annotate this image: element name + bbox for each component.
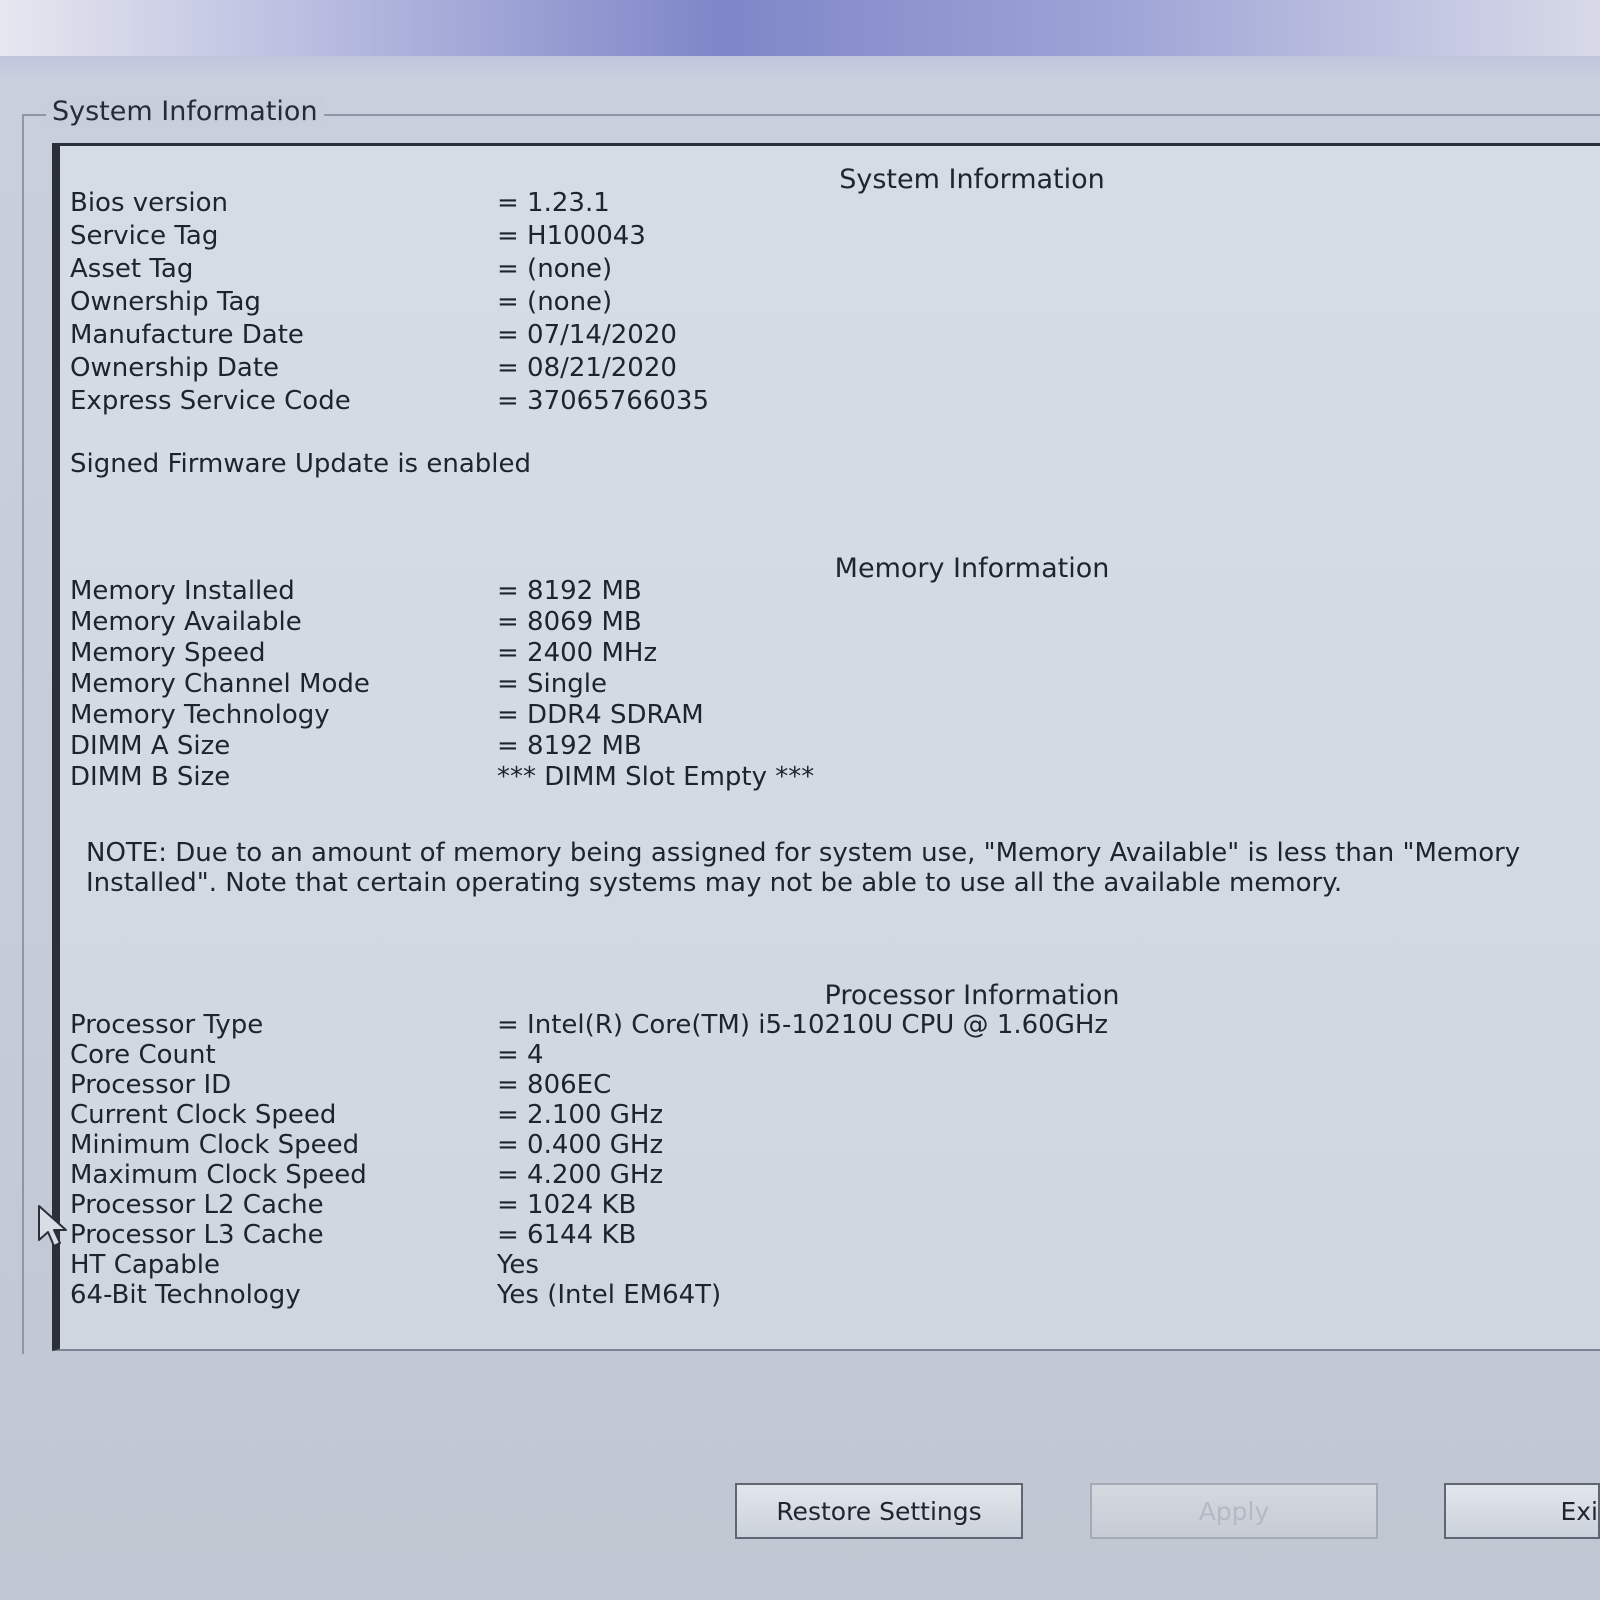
- row-label: Minimum Clock Speed: [70, 1130, 360, 1160]
- row-label: Service Tag: [70, 221, 219, 251]
- row-label: Memory Installed: [70, 576, 295, 606]
- row-label: HT Capable: [70, 1250, 220, 1280]
- system-information-panel: System Information Bios version = 1.23.1…: [52, 143, 1600, 1351]
- row-value: = 6144 KB: [497, 1220, 637, 1250]
- row-label: Processor Type: [70, 1010, 264, 1040]
- row-value: = (none): [497, 254, 613, 284]
- row-value: = Single: [497, 669, 607, 699]
- row-value: = 37065766035: [497, 386, 710, 416]
- system-information-heading: System Information: [839, 164, 1105, 195]
- row-value: = 08/21/2020: [497, 353, 677, 383]
- apply-button[interactable]: Apply: [1090, 1483, 1378, 1539]
- row-value: = (none): [497, 287, 613, 317]
- row-value: *** DIMM Slot Empty ***: [497, 762, 815, 792]
- row-value: = 1.23.1: [497, 188, 610, 218]
- row-label: Processor L3 Cache: [70, 1220, 324, 1250]
- row-label: Memory Technology: [70, 700, 330, 730]
- row-label: Current Clock Speed: [70, 1100, 337, 1130]
- row-label: Asset Tag: [70, 254, 194, 284]
- row-label: Bios version: [70, 188, 229, 218]
- row-label: Memory Speed: [70, 638, 266, 668]
- row-label: Ownership Date: [70, 353, 280, 383]
- row-label: DIMM B Size: [70, 762, 231, 792]
- row-value: = Intel(R) Core(TM) i5-10210U CPU @ 1.60…: [497, 1010, 1109, 1040]
- groupbox-title: System Information: [46, 96, 324, 127]
- row-label: Processor L2 Cache: [70, 1190, 324, 1220]
- row-label: Express Service Code: [70, 386, 351, 416]
- row-value: = 806EC: [497, 1070, 612, 1100]
- row-value: Yes (Intel EM64T): [497, 1280, 722, 1310]
- row-value: Yes: [497, 1250, 539, 1280]
- row-label: Core Count: [70, 1040, 216, 1070]
- row-value: = 8192 MB: [497, 731, 642, 761]
- row-label: Processor ID: [70, 1070, 232, 1100]
- exit-button-label: Exi: [1560, 1496, 1598, 1526]
- row-value: = 1024 KB: [497, 1190, 637, 1220]
- window-top-band: [0, 0, 1600, 80]
- memory-note: NOTE: Due to an amount of memory being a…: [86, 838, 1521, 898]
- mouse-pointer-icon: [38, 1205, 67, 1247]
- row-value: = 07/14/2020: [497, 320, 677, 350]
- restore-settings-button[interactable]: Restore Settings: [735, 1483, 1023, 1539]
- row-value: = 8192 MB: [497, 576, 642, 606]
- row-label: Memory Available: [70, 607, 302, 637]
- row-value: = 8069 MB: [497, 607, 642, 637]
- exit-button[interactable]: Exi: [1444, 1483, 1600, 1539]
- row-value: = 0.400 GHz: [497, 1130, 664, 1160]
- firmware-update-status: Signed Firmware Update is enabled: [70, 449, 531, 479]
- row-value: = 2.100 GHz: [497, 1100, 664, 1130]
- row-label: 64-Bit Technology: [70, 1280, 301, 1310]
- processor-information-heading: Processor Information: [824, 980, 1120, 1011]
- row-label: Manufacture Date: [70, 320, 304, 350]
- row-label: Memory Channel Mode: [70, 669, 370, 699]
- row-value: = 2400 MHz: [497, 638, 658, 668]
- row-label: Ownership Tag: [70, 287, 261, 317]
- row-value: = 4: [497, 1040, 544, 1070]
- row-label: Maximum Clock Speed: [70, 1160, 367, 1190]
- row-value: = DDR4 SDRAM: [497, 700, 704, 730]
- row-value: = 4.200 GHz: [497, 1160, 664, 1190]
- row-label: DIMM A Size: [70, 731, 231, 761]
- row-value: = H100043: [497, 221, 646, 251]
